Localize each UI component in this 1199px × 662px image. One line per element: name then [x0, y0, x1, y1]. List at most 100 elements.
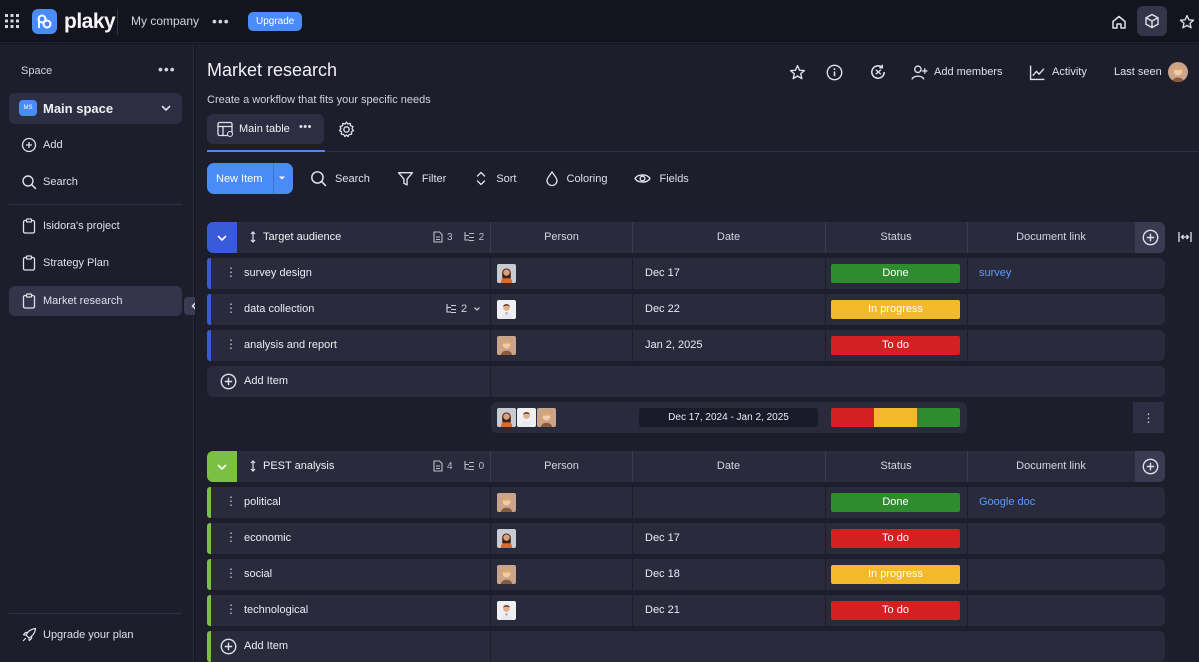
avatar[interactable] — [497, 565, 516, 584]
sidebar-add[interactable]: Add — [9, 130, 182, 160]
coloring-label: Coloring — [566, 172, 608, 185]
item-date[interactable]: Dec 22 — [645, 303, 680, 315]
column-header-document-link[interactable]: Document link — [967, 231, 1135, 243]
star-icon[interactable] — [1176, 11, 1198, 33]
home-icon[interactable] — [1108, 11, 1130, 33]
space-more-button[interactable]: ••• — [158, 61, 176, 77]
column-header-document-link[interactable]: Document link — [967, 460, 1135, 472]
automation-icon[interactable] — [869, 61, 887, 83]
caret-down-icon[interactable] — [278, 174, 286, 182]
sidebar-item-isidoras-project[interactable]: Isidora's project — [9, 211, 182, 241]
status-badge[interactable]: In progress — [831, 300, 960, 319]
add-item-row[interactable]: Add Item — [207, 366, 1165, 397]
item-name[interactable]: social — [244, 568, 272, 580]
sidebar-search[interactable]: Search — [9, 167, 182, 197]
gear-icon[interactable] — [338, 121, 355, 138]
row-menu-button[interactable]: ⋮ — [225, 337, 237, 351]
tab-main-table[interactable]: Main table ••• — [207, 114, 324, 144]
avatar[interactable] — [497, 601, 516, 620]
document-link[interactable]: Google doc — [979, 496, 1035, 508]
item-name[interactable]: survey design — [244, 267, 312, 279]
avatar[interactable] — [497, 300, 516, 319]
search-button[interactable]: Search — [310, 170, 370, 187]
coloring-button[interactable]: Coloring — [545, 170, 608, 187]
tab-more-button[interactable]: ••• — [299, 121, 312, 133]
table-row[interactable]: ⋮ technological Dec 21 To do — [207, 595, 1165, 626]
add-members-button[interactable]: Add members — [911, 61, 1002, 83]
page-description[interactable]: Create a workflow that fits your specifi… — [207, 94, 431, 106]
app-grid-icon[interactable] — [5, 14, 19, 28]
item-name[interactable]: data collection — [244, 303, 314, 315]
avatar[interactable] — [497, 529, 516, 548]
column-header-date[interactable]: Date — [632, 460, 825, 472]
item-name[interactable]: analysis and report — [244, 339, 337, 351]
row-menu-button[interactable]: ⋮ — [225, 566, 237, 580]
column-header-person[interactable]: Person — [491, 460, 632, 472]
table-row[interactable]: ⋮ analysis and report Jan 2, 2025 To do — [207, 330, 1165, 361]
status-badge[interactable]: Done — [831, 264, 960, 283]
upgrade-plan-link[interactable]: Upgrade your plan — [9, 620, 182, 650]
add-column-button[interactable] — [1135, 222, 1165, 253]
space-name: Main space — [43, 101, 114, 116]
brand-logo[interactable]: plaky — [32, 9, 116, 34]
upgrade-button[interactable]: Upgrade — [248, 12, 303, 31]
favorite-star-icon[interactable] — [789, 61, 806, 83]
group-collapse-button[interactable] — [207, 222, 237, 253]
activity-button[interactable]: Activity — [1029, 61, 1087, 83]
subitems-toggle[interactable]: 2 — [445, 303, 481, 315]
document-link[interactable]: survey — [979, 267, 1011, 279]
item-name[interactable]: economic — [244, 532, 291, 544]
status-badge[interactable]: Done — [831, 493, 960, 512]
sidebar-item-market-research[interactable]: Market research — [9, 286, 182, 316]
company-more-button[interactable]: ••• — [212, 13, 230, 29]
status-badge[interactable]: In progress — [831, 565, 960, 584]
divider — [490, 559, 491, 590]
item-name[interactable]: political — [244, 496, 281, 508]
status-badge[interactable]: To do — [831, 336, 960, 355]
add-item-row[interactable]: Add Item — [207, 631, 1165, 662]
row-menu-button[interactable]: ⋮ — [225, 265, 237, 279]
expand-columns-icon[interactable] — [1178, 231, 1192, 243]
row-menu-button[interactable]: ⋮ — [225, 301, 237, 315]
row-menu-button[interactable]: ⋮ — [225, 494, 237, 508]
column-header-date[interactable]: Date — [632, 231, 825, 243]
avatar[interactable] — [497, 493, 516, 512]
item-date[interactable]: Dec 17 — [645, 267, 680, 279]
group-title[interactable]: PEST analysis — [249, 460, 334, 472]
column-header-status[interactable]: Status — [825, 231, 967, 243]
filter-button[interactable]: Filter — [397, 170, 446, 187]
space-selector[interactable]: MS Main space — [9, 93, 182, 124]
avatar[interactable] — [497, 336, 516, 355]
add-column-button[interactable] — [1135, 451, 1165, 482]
info-icon[interactable] — [826, 61, 843, 83]
new-item-button[interactable]: New Item — [207, 163, 293, 194]
status-badge[interactable]: To do — [831, 601, 960, 620]
group-collapse-button[interactable] — [207, 451, 237, 482]
fields-button[interactable]: Fields — [634, 170, 689, 187]
cube-icon[interactable] — [1137, 6, 1167, 36]
item-date[interactable]: Dec 18 — [645, 568, 680, 580]
item-date[interactable]: Dec 17 — [645, 532, 680, 544]
summary-more-button[interactable]: ⋮ — [1133, 402, 1164, 433]
item-date[interactable]: Jan 2, 2025 — [645, 339, 703, 351]
chevron-down-icon — [474, 307, 481, 311]
table-row[interactable]: ⋮ social Dec 18 In progress — [207, 559, 1165, 590]
company-switcher[interactable]: My company — [131, 14, 199, 28]
sort-button[interactable]: Sort — [474, 170, 517, 187]
avatar[interactable] — [497, 264, 516, 283]
divider — [273, 163, 274, 194]
sidebar-item-strategy-plan[interactable]: Strategy Plan — [9, 248, 182, 278]
status-badge[interactable]: To do — [831, 529, 960, 548]
row-menu-button[interactable]: ⋮ — [225, 530, 237, 544]
table-row[interactable]: ⋮ economic Dec 17 To do — [207, 523, 1165, 554]
item-date[interactable]: Dec 21 — [645, 604, 680, 616]
item-name[interactable]: technological — [244, 604, 308, 616]
group-title[interactable]: Target audience — [249, 231, 341, 243]
table-row[interactable]: ⋮ data collection 2 Dec 22 In progress — [207, 294, 1165, 325]
column-header-status[interactable]: Status — [825, 460, 967, 472]
column-header-person[interactable]: Person — [491, 231, 632, 243]
row-menu-button[interactable]: ⋮ — [225, 602, 237, 616]
table-row[interactable]: ⋮ survey design Dec 17 Done survey — [207, 258, 1165, 289]
table-row[interactable]: ⋮ political Done Google doc — [207, 487, 1165, 518]
last-seen-button[interactable]: Last seen — [1114, 61, 1188, 83]
